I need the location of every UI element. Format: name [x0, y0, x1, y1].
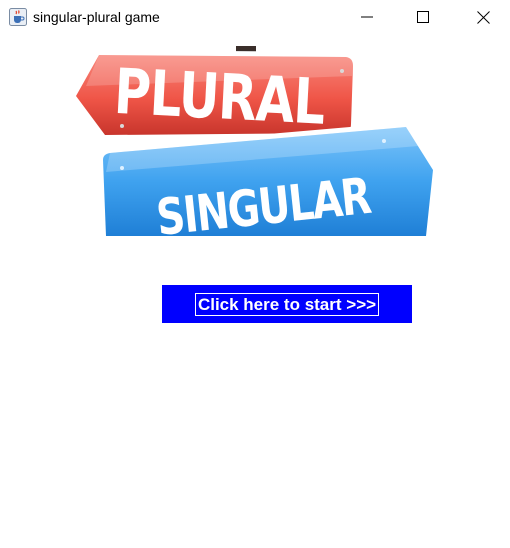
close-button[interactable] [460, 0, 506, 34]
maximize-icon [417, 11, 429, 23]
plural-sign: PLURAL [70, 50, 358, 140]
start-button-label: Click here to start >>> [194, 292, 380, 316]
minimize-button[interactable] [344, 0, 390, 34]
app-window: singular-plural game PLURAL SINGULAR Cli… [0, 0, 510, 548]
start-button[interactable]: Click here to start >>> [162, 285, 412, 323]
close-icon [476, 10, 490, 24]
title-bar[interactable]: singular-plural game [0, 0, 510, 34]
window-title: singular-plural game [33, 9, 160, 25]
plural-singular-banner-image: PLURAL SINGULAR [70, 46, 438, 236]
maximize-button[interactable] [400, 0, 446, 34]
plural-sign-label: PLURAL [112, 55, 326, 139]
java-coffee-cup-icon [9, 8, 27, 26]
minimize-icon [361, 16, 373, 18]
